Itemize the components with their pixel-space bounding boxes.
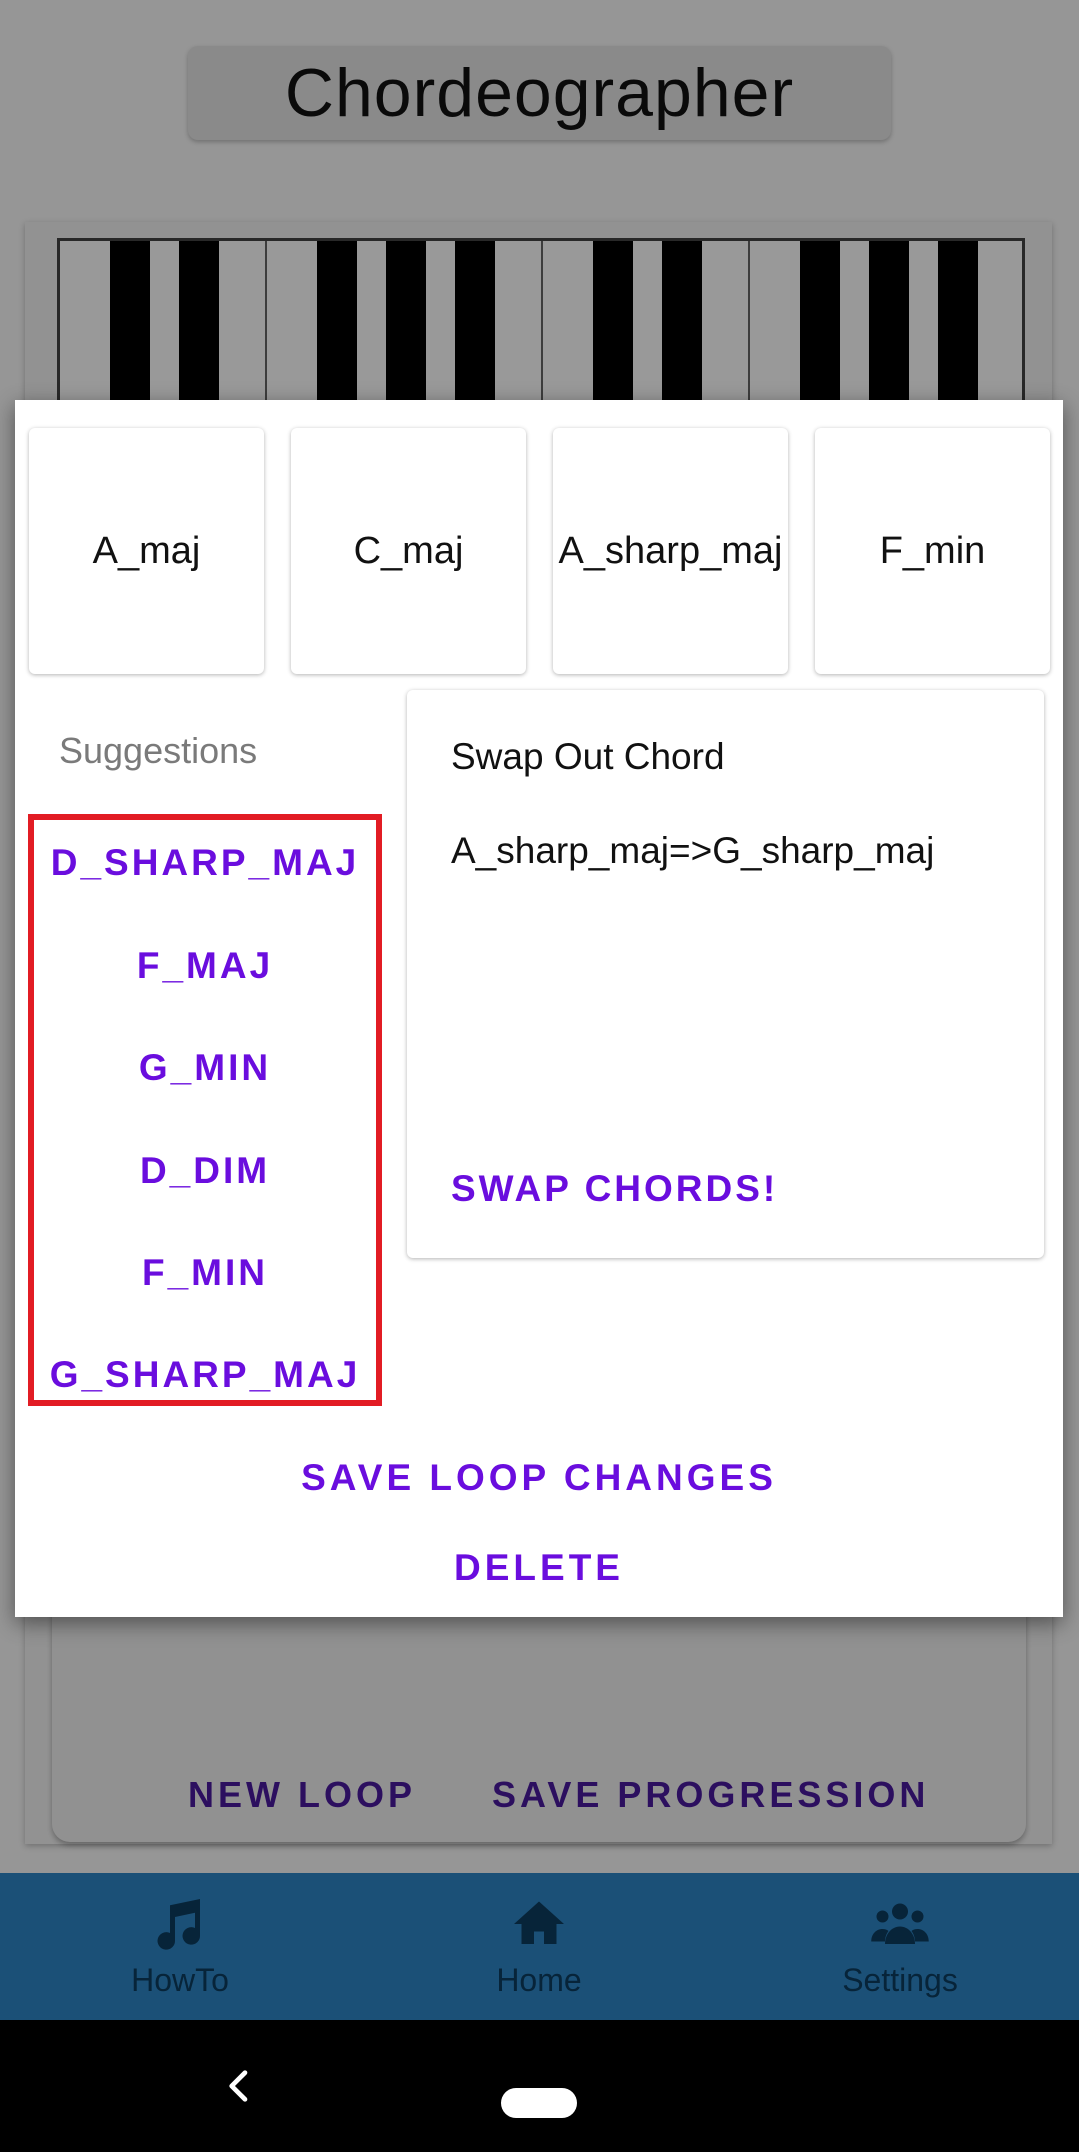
swap-chord-card: Swap Out Chord A_sharp_maj=>G_sharp_maj …: [407, 690, 1044, 1258]
delete-button[interactable]: DELETE: [15, 1547, 1063, 1589]
home-pill-button[interactable]: [501, 2088, 577, 2118]
suggestion-item[interactable]: D_DIM: [34, 1150, 376, 1192]
system-nav-bar: [0, 2020, 1079, 2152]
chord-card[interactable]: A_sharp_maj: [553, 428, 788, 674]
chord-card[interactable]: F_min: [815, 428, 1050, 674]
swap-detail: A_sharp_maj=>G_sharp_maj: [451, 830, 935, 871]
suggestion-item[interactable]: G_SHARP_MAJ: [34, 1354, 376, 1396]
suggestion-item[interactable]: G_MIN: [34, 1047, 376, 1089]
chord-card[interactable]: C_maj: [291, 428, 526, 674]
swap-title: Swap Out Chord: [451, 736, 725, 777]
suggestion-item[interactable]: F_MAJ: [34, 945, 376, 987]
chord-card[interactable]: A_maj: [29, 428, 264, 674]
edit-loop-dialog: A_maj C_maj A_sharp_maj F_min Suggestion…: [15, 400, 1063, 1617]
swap-chords-button[interactable]: SWAP CHORDS!: [451, 1168, 778, 1210]
suggestions-list: D_SHARP_MAJ F_MAJ G_MIN D_DIM F_MIN G_SH…: [28, 814, 382, 1406]
suggestion-item[interactable]: F_MIN: [34, 1252, 376, 1294]
suggestion-item[interactable]: D_SHARP_MAJ: [34, 842, 376, 884]
back-icon[interactable]: [220, 2066, 260, 2106]
suggestions-title: Suggestions: [59, 730, 258, 771]
save-loop-changes-button[interactable]: SAVE LOOP CHANGES: [15, 1457, 1063, 1499]
